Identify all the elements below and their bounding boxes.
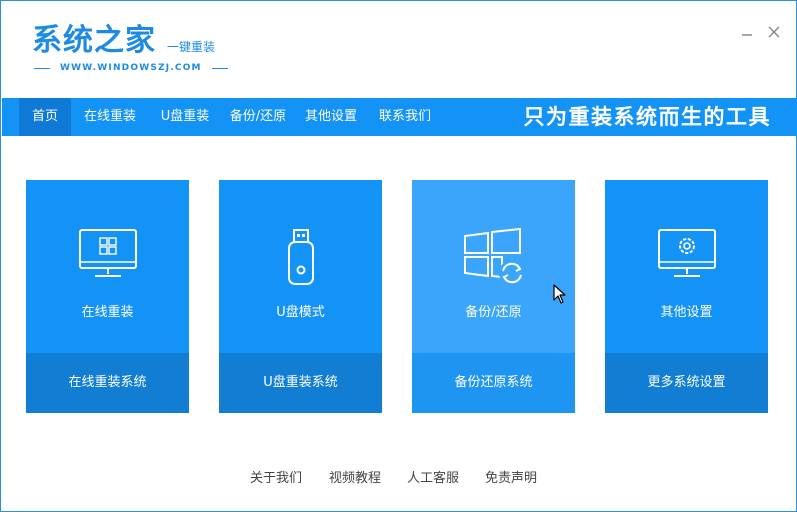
logo-url: WWW.WINDOWSZJ.COM bbox=[60, 63, 202, 73]
monitor-windows-icon bbox=[26, 228, 189, 292]
monitor-gear-icon bbox=[605, 228, 768, 292]
card-bottom-label[interactable]: U盘重装系统 bbox=[219, 353, 382, 413]
logo-url-line-right bbox=[211, 67, 228, 69]
nav-bar: 首页 在线重装 U盘重装 备份/还原 其他设置 联系我们 只为重装系统而生的工具 bbox=[2, 98, 797, 136]
card-usb-mode[interactable]: U盘模式 U盘重装系统 bbox=[219, 180, 382, 413]
card-other-settings[interactable]: 其他设置 更多系统设置 bbox=[605, 180, 768, 413]
nav-item-usb-reinstall[interactable]: U盘重装 bbox=[152, 98, 218, 136]
nav-item-contact-us[interactable]: 联系我们 bbox=[372, 98, 438, 136]
card-title: U盘模式 bbox=[276, 305, 325, 320]
footer-link-disclaimer[interactable]: 免责声明 bbox=[485, 470, 537, 488]
logo-subtitle: 一键重装 bbox=[167, 40, 216, 54]
windows-restore-icon bbox=[412, 228, 575, 292]
usb-drive-icon bbox=[219, 228, 382, 292]
nav-item-home[interactable]: 首页 bbox=[19, 98, 71, 136]
nav-item-online-reinstall[interactable]: 在线重装 bbox=[77, 98, 143, 136]
mouse-cursor-icon bbox=[553, 284, 567, 304]
card-title: 在线重装 bbox=[81, 305, 134, 320]
logo-url-row: WWW.WINDOWSZJ.COM bbox=[34, 62, 228, 74]
minimize-icon[interactable] bbox=[738, 25, 756, 43]
card-bottom-label[interactable]: 在线重装系统 bbox=[26, 353, 189, 413]
nav-item-backup-restore[interactable]: 备份/还原 bbox=[222, 98, 294, 136]
app-window: 系统之家 一键重装 WWW.WINDOWSZJ.COM 首页 在线重装 U盘重装… bbox=[0, 0, 797, 512]
logo-url-line-left bbox=[34, 67, 50, 69]
footer-link-customer-service[interactable]: 人工客服 bbox=[407, 470, 459, 488]
card-bottom-label[interactable]: 备份还原系统 bbox=[412, 353, 575, 413]
footer-link-video-tutorial[interactable]: 视频教程 bbox=[329, 470, 381, 488]
card-title: 其他设置 bbox=[660, 305, 713, 320]
card-title: 备份/还原 bbox=[465, 305, 522, 320]
logo-title: 系统之家 bbox=[32, 23, 156, 58]
card-bottom-label[interactable]: 更多系统设置 bbox=[605, 353, 768, 413]
nav-item-other-settings[interactable]: 其他设置 bbox=[298, 98, 364, 136]
footer-link-about-us[interactable]: 关于我们 bbox=[250, 470, 302, 488]
nav-slogan: 只为重装系统而生的工具 bbox=[523, 105, 771, 129]
close-icon[interactable] bbox=[765, 25, 783, 43]
card-online-reinstall[interactable]: 在线重装 在线重装系统 bbox=[26, 180, 189, 413]
card-backup-restore[interactable]: 备份/还原 备份还原系统 bbox=[412, 180, 575, 413]
